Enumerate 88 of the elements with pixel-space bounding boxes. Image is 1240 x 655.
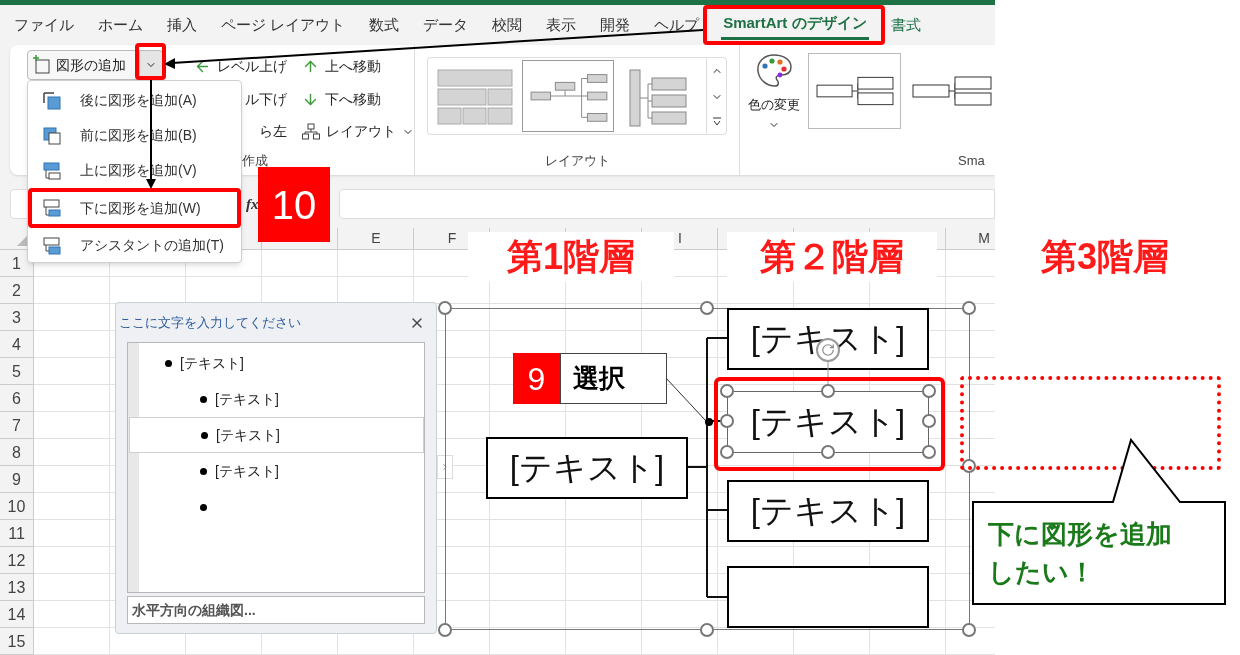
layout-description-field: 水平方向の組織図... — [127, 596, 425, 624]
connection-dot — [705, 418, 713, 426]
change-colors-button[interactable]: 色の変更 — [748, 53, 800, 148]
add-shape-option-icon — [42, 235, 62, 256]
layout-button[interactable]: レイアウト — [302, 115, 414, 148]
add-shape-option-icon — [42, 125, 62, 146]
text-pane-row[interactable]: [テキスト] — [139, 453, 424, 489]
bullet-icon — [200, 467, 207, 475]
ribbon-tab[interactable]: 校閲 — [490, 10, 525, 40]
diagram-node[interactable]: [テキスト] — [727, 480, 929, 542]
column-header[interactable]: M — [978, 228, 990, 249]
text-pane-row[interactable]: [テキスト] — [139, 381, 424, 417]
row-header[interactable]: 14 — [7, 602, 26, 627]
bullet-icon — [201, 431, 208, 439]
row-header[interactable]: 1 — [12, 251, 21, 276]
menu-item[interactable]: アシスタントの追加(T) — [28, 228, 241, 263]
column-header[interactable]: E — [371, 228, 381, 249]
bullet-text: [テキスト] — [216, 425, 280, 445]
palette-icon — [755, 53, 793, 89]
bullet-icon — [200, 395, 207, 403]
add-shape-icon — [32, 55, 52, 75]
right-to-left-label: ら左 — [259, 122, 287, 142]
add-shape-option-icon — [42, 198, 62, 218]
group-label: レイアウト — [544, 153, 610, 168]
leader-line — [665, 377, 707, 422]
rotate-icon — [821, 343, 835, 357]
menu-item[interactable]: 下に図形を追加(W) — [28, 188, 241, 228]
group-label: Sma — [958, 153, 985, 168]
menu-item[interactable]: 前に図形を追加(B) — [28, 118, 241, 153]
row-header[interactable]: 11 — [8, 521, 25, 546]
step-label: 選択 — [560, 353, 667, 404]
diagram-node[interactable] — [727, 566, 929, 628]
ribbon-tab[interactable]: 数式 — [367, 10, 402, 40]
row-header[interactable]: 3 — [12, 305, 21, 330]
bullet-icon — [165, 359, 172, 367]
group-label: 作成 — [242, 153, 268, 168]
bullet-text: [テキスト] — [215, 461, 279, 481]
add-shape-option-icon — [42, 160, 62, 181]
ribbon-tab[interactable]: ファイル — [12, 10, 76, 40]
text-pane-row[interactable]: [テキスト] — [139, 345, 424, 381]
text-pane-title: ここに文字を入力してください — [119, 313, 301, 332]
bullet-icon — [200, 503, 207, 511]
text-pane-row[interactable]: [テキスト] — [129, 417, 424, 453]
ribbon-tab[interactable]: 挿入 — [165, 10, 199, 40]
step-number: 10 — [258, 167, 330, 242]
chevron-right-icon — [440, 462, 450, 472]
diagram-node[interactable]: [テキスト] — [727, 391, 929, 453]
diagram-node[interactable]: [テキスト] — [486, 437, 688, 499]
ribbon-tab[interactable]: ホーム — [96, 10, 145, 40]
row-header[interactable]: 9 — [12, 467, 21, 492]
move-down-button[interactable]: 下へ移動 — [302, 82, 414, 116]
more-icon[interactable] — [711, 117, 722, 127]
ribbon-tab[interactable]: 書式 — [888, 10, 923, 40]
style-thumbnail[interactable] — [808, 53, 901, 129]
column-header[interactable]: I — [678, 228, 682, 249]
ribbon-tab[interactable]: ページ レイアウト — [219, 10, 348, 40]
row-header[interactable]: 8 — [12, 440, 21, 465]
level-label: 第２階層 — [727, 232, 937, 282]
add-shape-option-icon — [42, 90, 62, 111]
row-header[interactable]: 2 — [12, 278, 21, 303]
row-header[interactable]: 4 — [12, 332, 21, 357]
row-header[interactable]: 6 — [12, 386, 21, 411]
bullet-text: [テキスト] — [215, 389, 279, 409]
column-header[interactable]: F — [447, 228, 457, 249]
org-chart-icon — [302, 122, 320, 141]
demote-label: ル下げ — [245, 89, 287, 109]
level-label: 第1階層 — [468, 232, 674, 282]
menu-item[interactable]: 後に図形を追加(A) — [28, 83, 241, 118]
bullet-text: [テキスト] — [180, 353, 244, 373]
row-header[interactable]: 15 — [7, 629, 26, 654]
menu-item[interactable]: 上に図形を追加(V) — [28, 153, 241, 188]
row-header[interactable]: 7 — [12, 413, 21, 438]
row-header[interactable]: 5 — [12, 359, 21, 384]
callout-text: 下に図形を追加したい！ — [988, 518, 1173, 589]
row-header[interactable]: 10 — [7, 494, 26, 519]
move-up-button[interactable]: 上へ移動 — [302, 50, 414, 83]
layout-thumbnail[interactable] — [522, 60, 614, 132]
highlight-box — [135, 43, 166, 80]
ribbon-tab[interactable]: 表示 — [544, 10, 579, 40]
ribbon-tab[interactable]: データ — [421, 10, 471, 40]
row-header[interactable]: 12 — [7, 548, 26, 573]
ribbon-tab[interactable]: SmartArt のデザイン — [721, 10, 869, 40]
function-label[interactable]: fx — [246, 192, 259, 216]
step-number: 9 — [513, 353, 560, 404]
formula-input[interactable] — [338, 189, 995, 219]
row-header[interactable]: 13 — [7, 575, 26, 600]
ribbon-tab[interactable]: 開発 — [598, 10, 633, 40]
add-shape-button[interactable]: 図形の追加 — [27, 50, 140, 80]
